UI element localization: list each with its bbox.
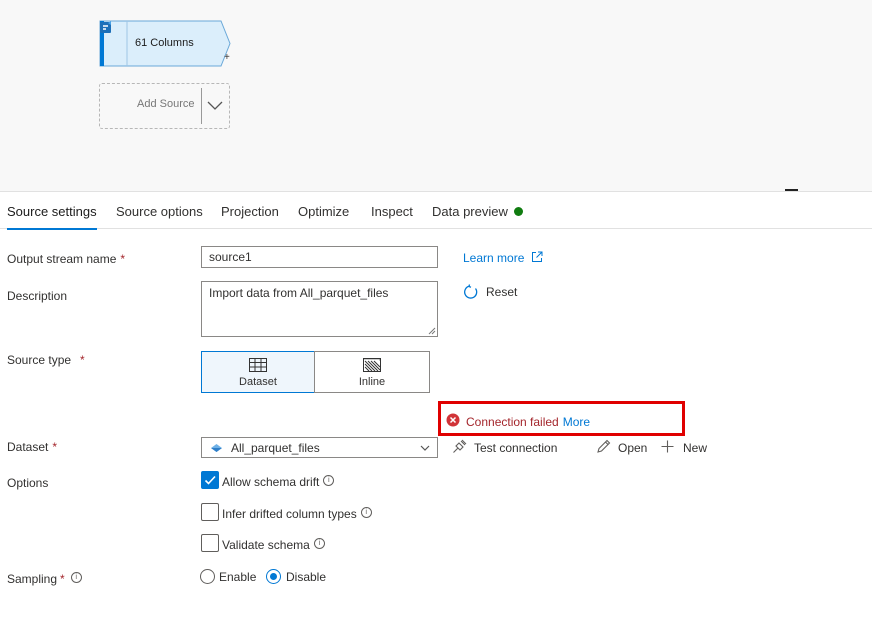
tab-data-preview-label: Data preview [432,204,508,219]
table-icon [249,358,267,372]
chevron-down-icon [420,445,430,451]
dataflow-canvas: 61 Columns + Add Source [0,0,872,191]
plug-icon[interactable] [452,439,467,454]
infer-drifted-text: Infer drifted column types [222,507,357,521]
output-stream-input[interactable] [201,246,438,268]
dataset-type-icon [211,444,222,452]
validate-schema-text: Validate schema [222,538,310,552]
error-icon [446,413,460,427]
required-mark: * [60,572,65,586]
output-stream-label: Output stream name * [7,252,125,266]
settings-tabs: Source settings Source options Projectio… [0,196,872,230]
source-type-inline-label: Inline [358,376,386,388]
sampling-disable-label: Disable [286,570,327,584]
inline-hatch-icon [363,358,381,372]
validate-schema-checkbox[interactable] [201,534,219,552]
output-stream-label-text: Output stream name [7,252,117,266]
open-button[interactable]: Open [618,441,647,455]
info-icon[interactable]: i [70,572,82,583]
test-connection-button[interactable]: Test connection [474,441,557,455]
source-type-label-text: Source type [7,353,72,367]
chevron-down-icon[interactable] [206,96,224,114]
learn-more-link[interactable]: Learn more [463,251,524,265]
options-label: Options [7,476,49,490]
add-source-separator [201,88,202,124]
validate-schema-label: Validate schema i [222,538,325,552]
description-label: Description [7,289,68,303]
allow-schema-drift-text: Allow schema drift [222,475,320,489]
dataset-select-value: All_parquet_files [231,441,320,455]
tab-optimize[interactable]: Optimize [298,204,349,219]
panel-divider [0,191,872,192]
reset-button[interactable]: Reset [486,285,517,299]
sampling-enable-label: Enable [219,570,257,584]
source-node[interactable]: 61 Columns [99,20,231,67]
allow-schema-drift-checkbox[interactable] [201,471,219,489]
sampling-label: Sampling * i [7,572,82,586]
dataset-select[interactable]: All_parquet_files [201,437,438,458]
tab-source-options[interactable]: Source options [116,204,203,219]
external-link-icon[interactable] [531,251,543,263]
dataset-label-text: Dataset [7,440,49,454]
info-icon[interactable]: i [360,507,372,518]
required-mark: * [52,440,58,454]
plus-icon[interactable] [661,440,674,453]
tab-data-preview[interactable]: Data preview [432,204,523,219]
infer-drifted-column-types-label: Infer drifted column types i [222,507,372,521]
source-node-label: 61 Columns [135,37,194,49]
info-icon[interactable]: i [313,538,325,549]
source-type-dataset[interactable]: Dataset [201,351,315,393]
sampling-disable-radio[interactable] [266,569,281,584]
sampling-enable-radio[interactable] [200,569,215,584]
reset-icon[interactable] [463,284,479,300]
add-source-button[interactable]: Add Source [99,83,230,129]
connection-error-text: Connection failed [466,415,559,429]
add-source-label: Add Source [137,98,195,110]
required-mark: * [120,252,126,266]
checkmark-icon [204,475,216,485]
description-value: Import data from All_parquet_files [209,286,389,300]
sampling-label-text: Sampling [7,572,58,586]
info-icon[interactable]: i [323,475,335,486]
source-type-dataset-label: Dataset [239,376,277,388]
description-textarea[interactable]: Import data from All_parquet_files [201,281,438,337]
allow-schema-drift-label: Allow schema drift i [222,475,335,489]
infer-drifted-column-types-checkbox[interactable] [201,503,219,521]
resize-grip-icon[interactable] [428,327,436,335]
error-more-link[interactable]: More [563,415,590,429]
dataset-label: Dataset * [7,440,57,454]
panel-resize-handle[interactable] [785,189,798,191]
source-icon [100,21,111,33]
tab-source-settings[interactable]: Source settings [7,204,97,230]
source-type-label: Source type * [7,353,85,367]
new-button[interactable]: New [683,441,707,455]
connection-error-message: Connection failed More [466,415,590,429]
status-dot-icon [513,207,523,217]
tab-projection[interactable]: Projection [221,204,279,219]
required-mark: * [80,353,85,367]
tab-inspect[interactable]: Inspect [371,204,413,219]
add-transform-plus-icon[interactable]: + [224,52,230,63]
source-type-inline[interactable]: Inline [314,351,430,393]
pencil-icon[interactable] [596,439,611,454]
